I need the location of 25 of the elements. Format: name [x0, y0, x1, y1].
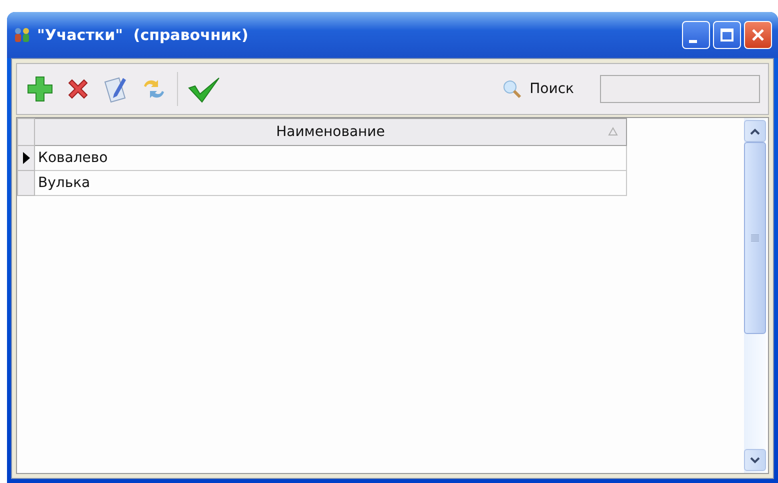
search-icon: [502, 79, 522, 99]
close-icon: [751, 28, 765, 42]
header-corner: [18, 118, 34, 146]
column-header[interactable]: Наименование: [34, 118, 626, 146]
scroll-thumb[interactable]: [744, 142, 766, 334]
maximize-button[interactable]: [713, 21, 741, 49]
people-icon: [13, 26, 31, 44]
plus-icon[interactable]: [25, 74, 55, 104]
window-title: "Участки" (справочник): [37, 26, 248, 44]
minimize-icon: [689, 40, 697, 42]
chevron-down-icon: [750, 456, 760, 464]
scroll-down-button[interactable]: [744, 449, 766, 471]
maximize-icon: [720, 28, 734, 42]
scroll-up-button[interactable]: [744, 120, 766, 142]
chevron-up-icon: [750, 128, 760, 134]
row-indicator[interactable]: [18, 146, 34, 170]
grip-icon: [751, 234, 759, 242]
table-cell[interactable]: Ковалево: [34, 146, 626, 170]
minimize-button[interactable]: [682, 21, 710, 49]
close-button[interactable]: [744, 21, 772, 49]
search-label: Поиск: [530, 81, 574, 97]
search-field[interactable]: [600, 75, 760, 103]
vertical-scrollbar[interactable]: [744, 118, 766, 473]
row-pointer-icon: [22, 152, 30, 164]
table-cell[interactable]: Вулька: [34, 170, 626, 196]
